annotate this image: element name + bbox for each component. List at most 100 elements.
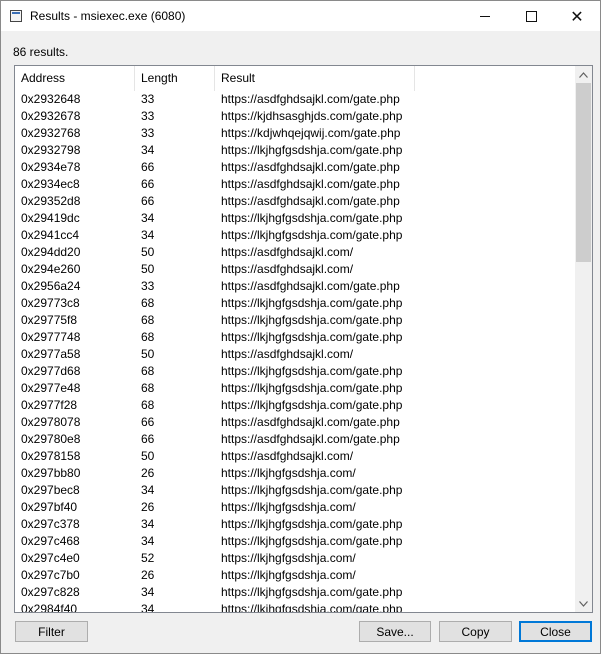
- cell-length: 34: [141, 517, 155, 531]
- cell-address: 0x2941cc4: [21, 228, 80, 242]
- cell-address: 0x297bb80: [21, 466, 81, 480]
- cell-address: 0x29352d8: [21, 194, 81, 208]
- cell-length: 26: [141, 568, 155, 582]
- cell-length: 26: [141, 500, 155, 514]
- table-row[interactable]: 0x297c4e0 52 https://lkjhgfgsdshja.com/: [15, 550, 577, 567]
- cell-result: https://asdfghdsajkl.com/gate.php: [221, 432, 400, 446]
- maximize-icon: [525, 10, 537, 22]
- cell-length: 68: [141, 364, 155, 378]
- title-bar[interactable]: Results - msiexec.exe (6080) ✕: [1, 1, 600, 31]
- cell-length: 66: [141, 160, 155, 174]
- table-row[interactable]: 0x29419dc 34 https://lkjhgfgsdshja.com/gat…: [15, 210, 577, 227]
- cell-address: 0x2932678: [21, 109, 81, 123]
- cell-address: 0x2932768: [21, 126, 81, 140]
- cell-length: 52: [141, 551, 155, 565]
- cell-result: https://asdfghdsajkl.com/gate.php: [221, 177, 400, 191]
- vertical-scrollbar[interactable]: [575, 66, 592, 612]
- cell-address: 0x297c4e0: [21, 551, 80, 565]
- cell-result: https://asdfghdsajkl.com/gate.php: [221, 92, 400, 106]
- table-row[interactable]: 0x294e260 50 https://asdfghdsajkl.com/: [15, 261, 577, 278]
- table-row[interactable]: 0x29780e8 66 https://asdfghdsajkl.com/gate…: [15, 431, 577, 448]
- table-row[interactable]: 0x2932768 33 https://kdjwhqejqwij.com/gate…: [15, 125, 577, 142]
- cell-address: 0x2932798: [21, 143, 81, 157]
- table-row[interactable]: 0x297bf40 26 https://lkjhgfgsdshja.com/: [15, 499, 577, 516]
- copy-button[interactable]: Copy: [439, 621, 512, 642]
- table-row[interactable]: 0x29775f8 68 https://lkjhgfgsdshja.com/gat…: [15, 312, 577, 329]
- cell-result: https://lkjhgfgsdshja.com/: [221, 500, 356, 514]
- table-row[interactable]: 0x2977a58 50 https://asdfghdsajkl.com/: [15, 346, 577, 363]
- cell-result: https://lkjhgfgsdshja.com/: [221, 568, 356, 582]
- cell-address: 0x297bec8: [21, 483, 80, 497]
- cell-address: 0x2978078: [21, 415, 81, 429]
- cell-length: 34: [141, 483, 155, 497]
- column-header-row: Address Length Result: [15, 66, 577, 91]
- cell-result: https://lkjhgfgsdshja.com/gate.php: [221, 296, 403, 310]
- scroll-track[interactable]: [575, 83, 592, 595]
- cell-length: 50: [141, 262, 155, 276]
- table-row[interactable]: 0x294dd20 50 https://asdfghdsajkl.com/: [15, 244, 577, 261]
- scroll-up-button[interactable]: [575, 66, 592, 83]
- table-row[interactable]: 0x297c378 34 https://lkjhgfgsdshja.com/gat…: [15, 516, 577, 533]
- table-row[interactable]: 0x2977f28 68 https://lkjhgfgsdshja.com/gat…: [15, 397, 577, 414]
- cell-result: https://asdfghdsajkl.com/: [221, 347, 354, 361]
- cell-length: 68: [141, 398, 155, 412]
- close-window-button[interactable]: ✕: [554, 1, 600, 31]
- cell-result: https://lkjhgfgsdshja.com/gate.php: [221, 330, 403, 344]
- table-row[interactable]: 0x2941cc4 34 https://lkjhgfgsdshja.com/gat…: [15, 227, 577, 244]
- table-row[interactable]: 0x297c7b0 26 https://lkjhgfgsdshja.com/: [15, 567, 577, 584]
- cell-address: 0x2956a24: [21, 279, 81, 293]
- cell-length: 34: [141, 211, 155, 225]
- results-list[interactable]: Address Length Result 0x2932648 33 https:/…: [14, 65, 593, 613]
- cell-result: https://lkjhgfgsdshja.com/gate.php: [221, 398, 403, 412]
- table-row[interactable]: 0x2977d68 68 https://lkjhgfgsdshja.com/gat…: [15, 363, 577, 380]
- cell-address: 0x294e260: [21, 262, 81, 276]
- save-button[interactable]: Save...: [359, 621, 431, 642]
- table-row[interactable]: 0x2956a24 33 https://asdfghdsajkl.com/gate…: [15, 278, 577, 295]
- table-row[interactable]: 0x2984f40 34 https://lkjhgfgsdshja.com/gat…: [15, 601, 577, 612]
- cell-length: 33: [141, 92, 155, 106]
- column-header-address[interactable]: Address: [15, 66, 135, 91]
- column-header-result[interactable]: Result: [215, 66, 415, 91]
- table-row[interactable]: 0x2978158 50 https://asdfghdsajkl.com/: [15, 448, 577, 465]
- cell-address: 0x297c468: [21, 534, 80, 548]
- cell-length: 66: [141, 432, 155, 446]
- cell-length: 26: [141, 466, 155, 480]
- cell-length: 68: [141, 381, 155, 395]
- cell-result: https://lkjhgfgsdshja.com/gate.php: [221, 585, 403, 599]
- filter-button[interactable]: Filter: [15, 621, 88, 642]
- scroll-down-button[interactable]: [575, 595, 592, 612]
- minimize-icon: [480, 15, 490, 17]
- cell-length: 34: [141, 585, 155, 599]
- cell-address: 0x297c7b0: [21, 568, 80, 582]
- table-row[interactable]: 0x29773c8 68 https://lkjhgfgsdshja.com/gat…: [15, 295, 577, 312]
- cell-length: 34: [141, 228, 155, 242]
- column-header-length[interactable]: Length: [135, 66, 215, 91]
- table-row[interactable]: 0x2932648 33 https://asdfghdsajkl.com/gate…: [15, 91, 577, 108]
- cell-length: 50: [141, 449, 155, 463]
- cell-length: 33: [141, 126, 155, 140]
- close-button[interactable]: Close: [519, 621, 592, 642]
- table-row[interactable]: 0x2977748 68 https://lkjhgfgsdshja.com/gat…: [15, 329, 577, 346]
- table-row[interactable]: 0x2932678 33 https://kjdhsasghjds.com/gate…: [15, 108, 577, 125]
- cell-result: https://asdfghdsajkl.com/gate.php: [221, 415, 400, 429]
- table-row[interactable]: 0x2978078 66 https://asdfghdsajkl.com/gate…: [15, 414, 577, 431]
- cell-result: https://lkjhgfgsdshja.com/: [221, 551, 356, 565]
- maximize-button[interactable]: [508, 1, 554, 31]
- cell-address: 0x2932648: [21, 92, 81, 106]
- table-row[interactable]: 0x2934e78 66 https://asdfghdsajkl.com/gate…: [15, 159, 577, 176]
- minimize-button[interactable]: [462, 1, 508, 31]
- table-row[interactable]: 0x297c828 34 https://lkjhgfgsdshja.com/gat…: [15, 584, 577, 601]
- cell-result: https://lkjhgfgsdshja.com/gate.php: [221, 381, 403, 395]
- table-row[interactable]: 0x297bec8 34 https://lkjhgfgsdshja.com/gat…: [15, 482, 577, 499]
- results-rows: 0x2932648 33 https://asdfghdsajkl.com/gate…: [15, 91, 577, 612]
- cell-address: 0x2978158: [21, 449, 81, 463]
- cell-result: https://lkjhgfgsdshja.com/gate.php: [221, 143, 403, 157]
- scroll-thumb[interactable]: [576, 83, 591, 262]
- table-row[interactable]: 0x2932798 34 https://lkjhgfgsdshja.com/gat…: [15, 142, 577, 159]
- table-row[interactable]: 0x2934ec8 66 https://asdfghdsajkl.com/gate…: [15, 176, 577, 193]
- cell-length: 34: [141, 143, 155, 157]
- table-row[interactable]: 0x297bb80 26 https://lkjhgfgsdshja.com/: [15, 465, 577, 482]
- table-row[interactable]: 0x297c468 34 https://lkjhgfgsdshja.com/gat…: [15, 533, 577, 550]
- table-row[interactable]: 0x2977e48 68 https://lkjhgfgsdshja.com/gat…: [15, 380, 577, 397]
- table-row[interactable]: 0x29352d8 66 https://asdfghdsajkl.com/gate…: [15, 193, 577, 210]
